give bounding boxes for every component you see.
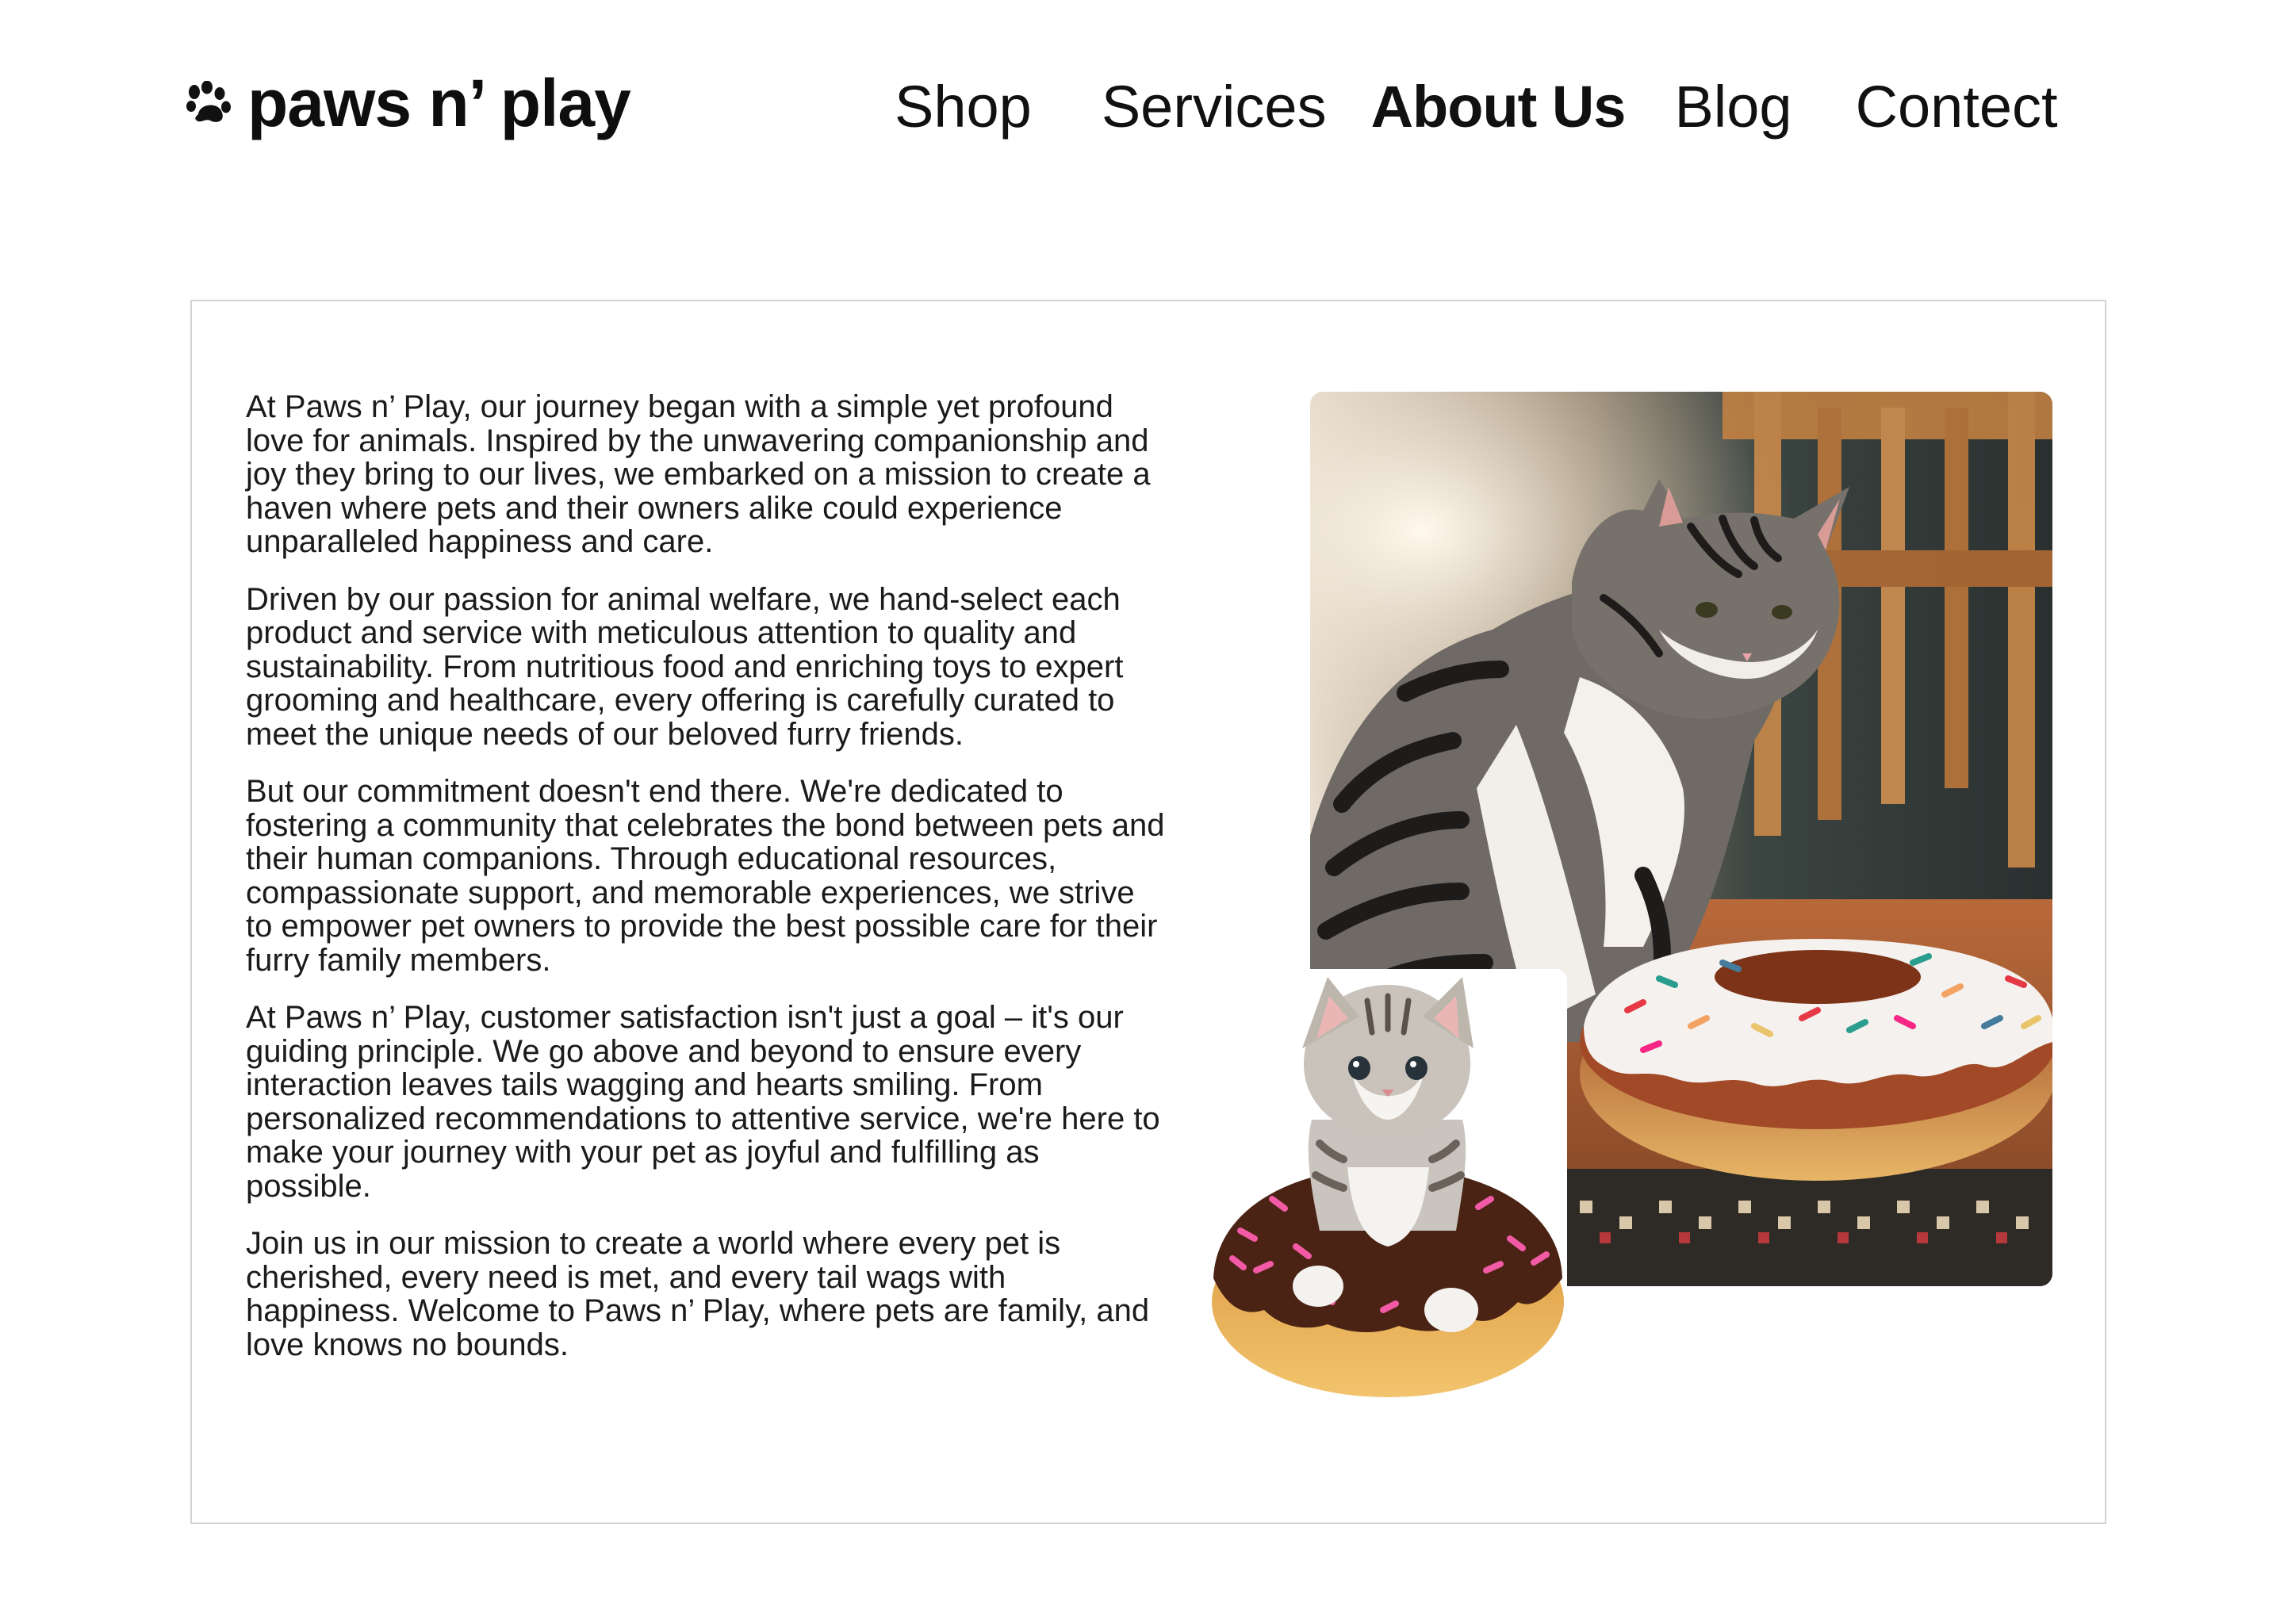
nav-item-shop[interactable]: Shop xyxy=(895,73,1032,140)
kitten-in-donut-photo xyxy=(1209,969,1567,1426)
about-page: paws n’ play Shop Services About Us Blog… xyxy=(0,0,2284,1624)
about-paragraph-5: Join us in our mission to create a world… xyxy=(246,1226,1150,1362)
nav-item-about-us[interactable]: About Us xyxy=(1371,73,1627,140)
about-paragraph-1: At Paws n’ Play, our journey began with … xyxy=(246,389,1151,559)
about-paragraph-3: But our commitment doesn't end there. We… xyxy=(246,774,1165,978)
brand-logo[interactable]: paws n’ play xyxy=(184,63,631,143)
about-copy: At Paws n’ Play, our journey began with … xyxy=(246,390,1166,1385)
nav-item-contect[interactable]: Contect xyxy=(1856,73,2058,140)
about-card: At Paws n’ Play, our journey began with … xyxy=(190,300,2106,1524)
nav-item-blog[interactable]: Blog xyxy=(1674,73,1792,140)
nav-item-services[interactable]: Services xyxy=(1102,73,1327,140)
paw-print-icon xyxy=(184,81,233,125)
site-header: paws n’ play Shop Services About Us Blog… xyxy=(0,0,2284,206)
main-nav: Shop Services About Us Blog Contect xyxy=(895,67,2058,146)
about-paragraph-2: Driven by our passion for animal welfare… xyxy=(246,581,1124,752)
about-paragraph-4: At Paws n’ Play, customer satisfaction i… xyxy=(246,1000,1160,1204)
brand-name: paws n’ play xyxy=(247,65,631,140)
